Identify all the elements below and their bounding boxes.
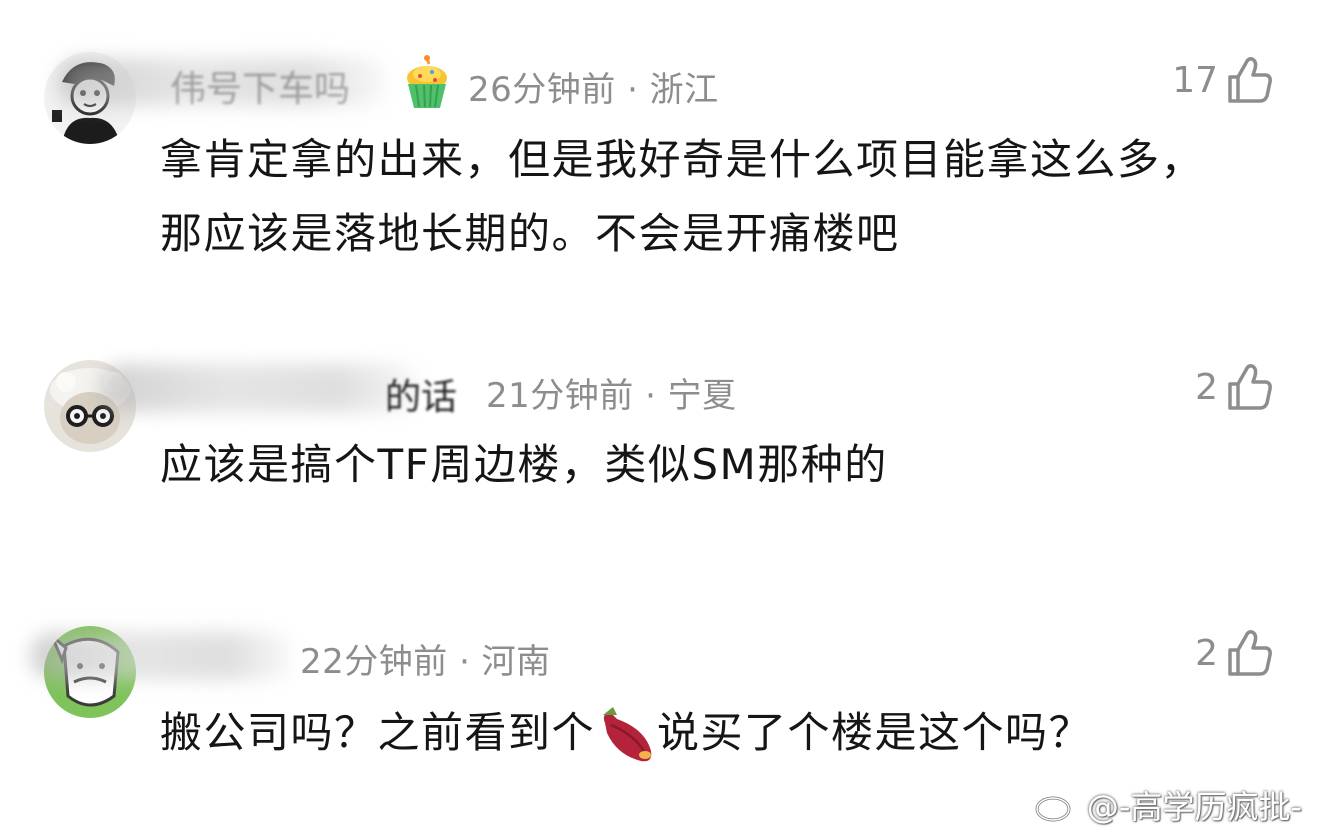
watermark-text: @-高学历疯批- [1086, 788, 1302, 826]
like-button[interactable]: 17 [1172, 55, 1274, 105]
thumbs-up-icon [1228, 630, 1272, 676]
comment-text-after: 说买了个楼是这个吗？ [657, 708, 1093, 757]
comment-text: 搬公司吗？之前看到个 说买了个楼是这个吗？ [160, 696, 1240, 770]
username-fragment: 伟号下车吗 [170, 69, 351, 110]
like-count: 2 [1195, 632, 1218, 674]
username-fragment: 的话 [385, 377, 458, 418]
thumbs-up-icon [1228, 364, 1272, 410]
username-blurred[interactable] [100, 364, 420, 412]
comment-text-before: 搬公司吗？之前看到个 [160, 708, 596, 757]
weibo-icon [1035, 791, 1077, 822]
like-count: 2 [1195, 366, 1218, 408]
comment-meta: 22分钟前 · 河南 [300, 642, 551, 682]
watermark: @-高学历疯批- [1035, 782, 1302, 828]
like-button[interactable]: 2 [1195, 362, 1274, 412]
like-button[interactable]: 2 [1195, 628, 1274, 678]
cupcake-icon [407, 55, 447, 108]
comment-meta: 26分钟前 · 浙江 [468, 70, 719, 110]
username-blurred[interactable] [30, 632, 292, 680]
comment-meta: 21分钟前 · 宁夏 [486, 376, 737, 416]
thumbs-up-icon [1228, 57, 1272, 103]
sweet-potato-icon [603, 706, 652, 761]
comment-text: 应该是搞个TF周边楼，类似SM那种的 [160, 440, 888, 489]
like-count: 17 [1172, 59, 1218, 101]
comment-text: 拿肯定拿的出来，但是我好奇是什么项目能拿这么多，那应该是落地长期的。不会是开痛楼… [160, 135, 1205, 258]
